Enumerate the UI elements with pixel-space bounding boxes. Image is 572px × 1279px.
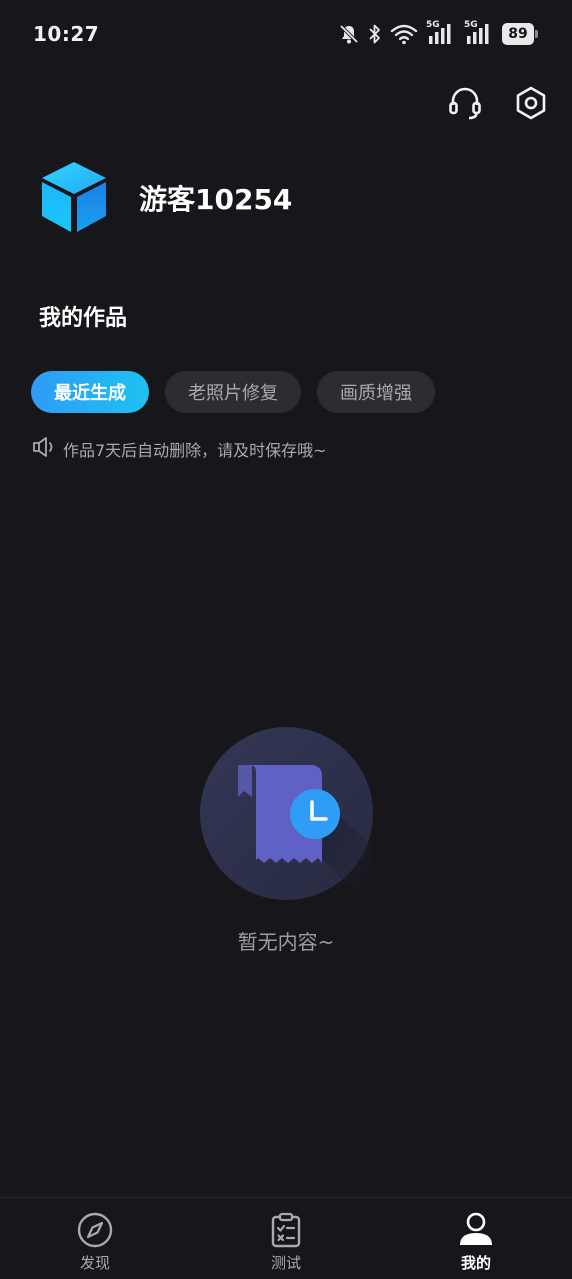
tab-recent[interactable]: 最近生成	[31, 371, 149, 413]
tab-quality-enhance[interactable]: 画质增强	[317, 371, 435, 413]
cell-signal-icon: 5G	[464, 20, 494, 46]
empty-state-text: 暂无内容~	[237, 930, 335, 954]
mute-bell-icon	[338, 23, 360, 45]
speaker-icon	[31, 436, 57, 462]
status-icons: 5G 5G 89	[338, 20, 538, 48]
nav-mine-label: 我的	[460, 1254, 491, 1272]
empty-state-illustration	[200, 727, 373, 902]
nav-discover-label: 发现	[79, 1254, 110, 1272]
tab-old-photo-restore[interactable]: 老照片修复	[165, 371, 301, 413]
cell-signal-icon: 5G	[426, 20, 456, 46]
cube-icon	[36, 162, 112, 240]
user-icon	[456, 1210, 496, 1250]
status-time: 10:27	[33, 22, 100, 46]
bluetooth-icon	[368, 23, 382, 45]
hexagon-gear-icon	[513, 85, 549, 125]
wifi-icon	[390, 23, 418, 45]
document-clock-icon	[200, 727, 373, 904]
status-bar: 10:27 5G 5G 89	[0, 0, 572, 68]
customer-support-button[interactable]	[446, 86, 484, 124]
nav-discover[interactable]: 发现	[45, 1210, 145, 1273]
battery-tip	[535, 30, 538, 38]
headset-icon	[447, 85, 483, 125]
works-section-title: 我的作品	[39, 306, 128, 331]
avatar[interactable]	[36, 158, 112, 236]
battery-level: 89	[502, 23, 534, 45]
nav-mine[interactable]: 我的	[426, 1210, 526, 1273]
battery-indicator: 89	[502, 23, 538, 45]
notice-text: 作品7天后自动删除，请及时保存哦~	[63, 441, 327, 460]
username: 游客10254	[139, 183, 293, 216]
auto-delete-notice: 作品7天后自动删除，请及时保存哦~	[31, 436, 327, 462]
settings-button[interactable]	[512, 86, 550, 124]
nav-test-label: 测试	[270, 1254, 301, 1272]
nav-test[interactable]: 测试	[236, 1210, 336, 1273]
compass-icon	[75, 1210, 115, 1250]
works-tabs: 最近生成 老照片修复 画质增强	[31, 371, 435, 413]
clipboard-icon	[266, 1210, 306, 1250]
bottom-nav: 发现 测试 我的	[0, 1197, 572, 1279]
